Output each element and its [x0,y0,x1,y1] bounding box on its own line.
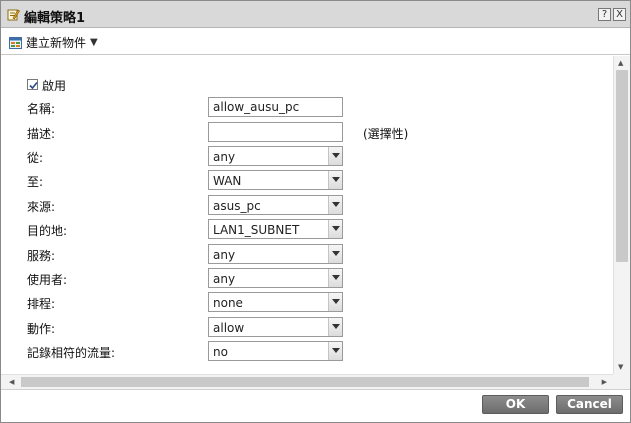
to-label: 至: [27,175,44,189]
user-select[interactable]: any [208,268,343,288]
horizontal-scrollbar[interactable]: ◀ ▶ [1,374,613,389]
dialog-footer: OK Cancel [1,389,630,422]
service-select[interactable]: any [208,244,343,264]
edit-icon [7,8,20,21]
from-label: 從: [27,151,44,165]
chevron-down-icon[interactable] [328,171,342,189]
log-label: 記錄相符的流量: [27,346,116,360]
chevron-down-icon[interactable] [328,196,342,214]
chevron-down-icon: ▼ [90,37,98,48]
description-label: 描述: [27,127,56,141]
schedule-value: none [213,296,243,310]
service-label: 服務: [27,249,56,263]
name-label: 名稱: [27,102,56,116]
schedule-select[interactable]: none [208,292,343,312]
destination-select[interactable]: LAN1_SUBNET [208,219,343,239]
edit-policy-dialog: 編輯策略1 ? X 建立新物件 ▼ 啟用 名稱: allow_ausu_pc 描… [0,0,631,423]
scroll-right-icon[interactable]: ▶ [602,378,607,386]
service-value: any [213,248,236,262]
chevron-down-icon[interactable] [328,318,342,336]
source-label: 來源: [27,200,56,214]
vertical-scrollbar[interactable]: ▲ ▼ [613,56,630,374]
chevron-down-icon[interactable] [328,245,342,263]
scroll-left-icon[interactable]: ◀ [9,378,14,386]
source-select[interactable]: asus_pc [208,195,343,215]
dialog-title: 編輯策略1 [24,11,86,26]
action-value: allow [213,321,245,335]
schedule-label: 排程: [27,297,56,311]
cancel-button[interactable]: Cancel [556,395,623,414]
title-bar[interactable]: 編輯策略1 ? X [1,1,630,28]
new-object-icon [9,36,22,49]
description-input[interactable] [208,122,343,142]
chevron-down-icon[interactable] [328,342,342,360]
vertical-scroll-thumb[interactable] [616,70,628,262]
action-label: 動作: [27,322,56,336]
destination-value: LAN1_SUBNET [213,223,300,237]
from-select[interactable]: any [208,146,343,166]
form-area: 啟用 名稱: 描述: (選擇性) 從: any 至: WAN 來源 [1,56,613,374]
name-input[interactable] [208,97,343,117]
log-value: no [213,345,228,359]
chevron-down-icon[interactable] [328,220,342,238]
destination-label: 目的地: [27,224,68,238]
chevron-down-icon[interactable] [328,147,342,165]
scroll-down-icon[interactable]: ▼ [618,363,623,371]
user-value: any [213,272,236,286]
help-button[interactable]: ? [598,8,611,21]
from-value: any [213,150,236,164]
chevron-down-icon[interactable] [328,293,342,311]
enable-checkbox[interactable] [27,79,38,90]
log-select[interactable]: no [208,341,343,361]
chevron-down-icon[interactable] [328,269,342,287]
to-select[interactable]: WAN [208,170,343,190]
enable-label: 啟用 [42,79,67,93]
to-value: WAN [213,174,242,188]
horizontal-scroll-thumb[interactable] [21,377,589,387]
toolbar: 建立新物件 ▼ [1,29,630,55]
create-new-object-label: 建立新物件 [26,36,87,50]
action-select[interactable]: allow [208,317,343,337]
source-value: asus_pc [213,199,261,213]
create-new-object-button[interactable]: 建立新物件 ▼ [9,34,98,51]
scroll-corner [613,374,630,389]
close-button[interactable]: X [613,8,626,21]
user-label: 使用者: [27,273,68,287]
ok-button[interactable]: OK [482,395,549,414]
scroll-up-icon[interactable]: ▲ [618,59,623,67]
optional-hint: (選擇性) [363,127,409,141]
